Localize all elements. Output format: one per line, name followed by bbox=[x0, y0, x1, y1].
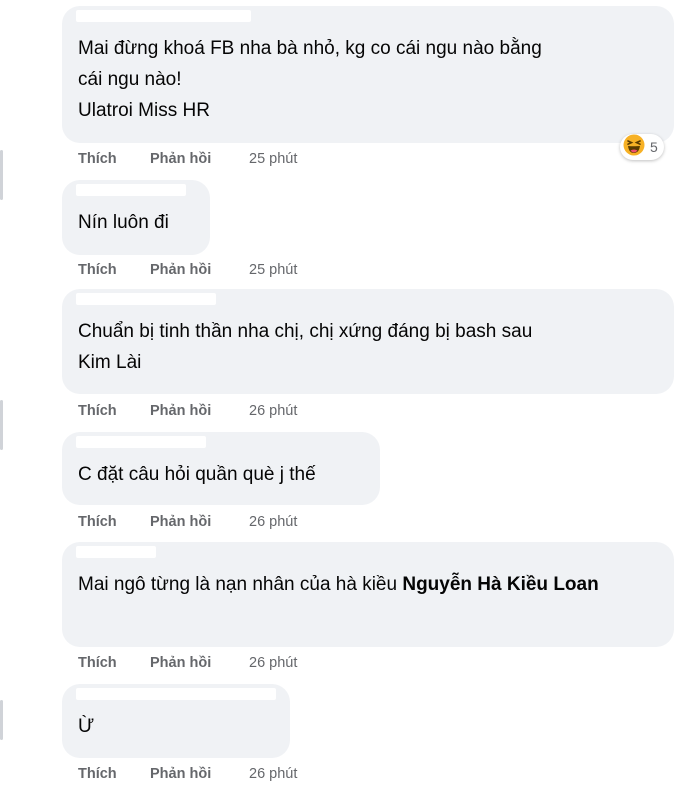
comment: Chuẩn bị tinh thần nha chị, chị xứng đán… bbox=[62, 289, 674, 394]
timestamp[interactable]: 26 phút bbox=[249, 766, 297, 782]
comment-bubble: Chuẩn bị tinh thần nha chị, chị xứng đán… bbox=[62, 289, 674, 394]
comment-text: C đặt câu hỏi quần què j thế bbox=[78, 464, 316, 485]
like-button[interactable]: Thích bbox=[78, 766, 117, 782]
timestamp[interactable]: 26 phút bbox=[249, 514, 297, 530]
comment-text: Nín luôn đi bbox=[78, 212, 169, 233]
comment-bubble: Nín luôn đi bbox=[62, 180, 210, 255]
comment-text: Mai đừng khoá FB nha bà nhỏ, kg co cái n… bbox=[78, 38, 542, 121]
haha-icon bbox=[623, 134, 645, 161]
like-button[interactable]: Thích bbox=[78, 262, 117, 278]
thread-line bbox=[0, 700, 3, 740]
comment: Ừ bbox=[62, 684, 290, 758]
timestamp[interactable]: 26 phút bbox=[249, 655, 297, 671]
like-button[interactable]: Thích bbox=[78, 514, 117, 530]
like-button[interactable]: Thích bbox=[78, 151, 117, 167]
comment: Nín luôn đi bbox=[62, 180, 210, 255]
timestamp[interactable]: 25 phút bbox=[249, 151, 297, 167]
comment: Mai đừng khoá FB nha bà nhỏ, kg co cái n… bbox=[62, 6, 674, 143]
author-name-redacted[interactable] bbox=[76, 184, 186, 196]
author-name-redacted[interactable] bbox=[76, 688, 276, 700]
like-button[interactable]: Thích bbox=[78, 403, 117, 419]
reply-button[interactable]: Phản hồi bbox=[150, 514, 211, 530]
thread-line bbox=[0, 150, 3, 200]
mention-link[interactable]: Nguyễn Hà Kiều Loan bbox=[402, 574, 598, 595]
author-name-redacted[interactable] bbox=[76, 546, 156, 558]
timestamp[interactable]: 25 phút bbox=[249, 262, 297, 278]
reply-button[interactable]: Phản hồi bbox=[150, 151, 211, 167]
reaction-summary[interactable]: 5 bbox=[620, 134, 664, 160]
author-name-redacted[interactable] bbox=[76, 293, 216, 305]
comment-bubble: C đặt câu hỏi quần què j thế bbox=[62, 432, 380, 505]
comment-text: Chuẩn bị tinh thần nha chị, chị xứng đán… bbox=[78, 321, 533, 373]
comment-text: Ừ bbox=[78, 716, 95, 737]
comment-bubble: Mai đừng khoá FB nha bà nhỏ, kg co cái n… bbox=[62, 6, 674, 143]
reaction-count: 5 bbox=[650, 139, 658, 155]
comment-bubble: Mai ngô từng là nạn nhân của hà kiều Ngu… bbox=[62, 542, 674, 647]
comment: Mai ngô từng là nạn nhân của hà kiều Ngu… bbox=[62, 542, 674, 647]
like-button[interactable]: Thích bbox=[78, 655, 117, 671]
thread-line bbox=[0, 400, 3, 450]
reply-button[interactable]: Phản hồi bbox=[150, 766, 211, 782]
reply-button[interactable]: Phản hồi bbox=[150, 403, 211, 419]
comment: C đặt câu hỏi quần què j thế bbox=[62, 432, 380, 505]
reply-button[interactable]: Phản hồi bbox=[150, 262, 211, 278]
comment-text: Mai ngô từng là nạn nhân của hà kiều Ngu… bbox=[78, 574, 599, 595]
author-name-redacted[interactable] bbox=[76, 436, 206, 448]
comment-bubble: Ừ bbox=[62, 684, 290, 758]
reply-button[interactable]: Phản hồi bbox=[150, 655, 211, 671]
timestamp[interactable]: 26 phút bbox=[249, 403, 297, 419]
author-name-redacted[interactable] bbox=[76, 10, 251, 22]
